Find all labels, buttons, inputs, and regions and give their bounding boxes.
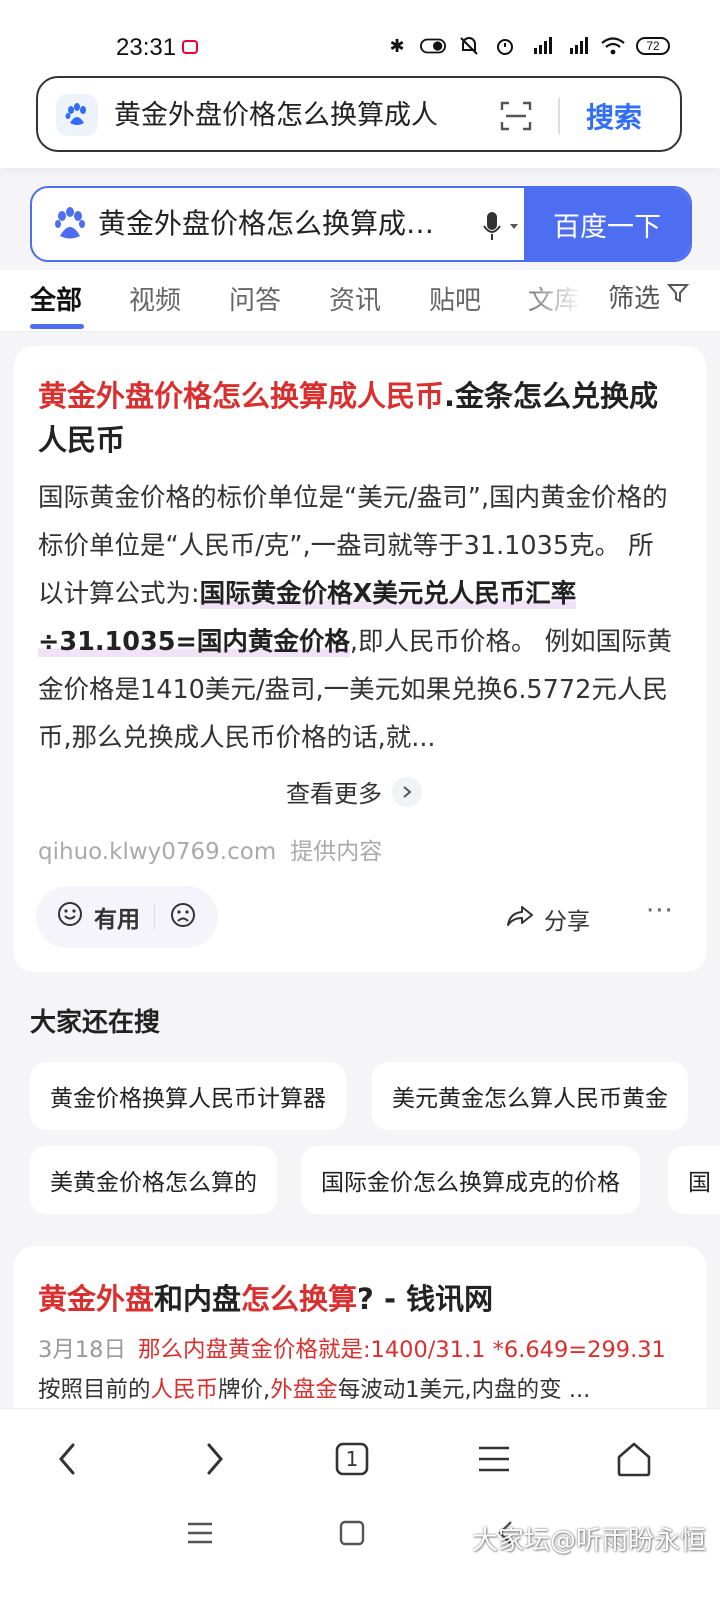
source-domain: qihuo.klwy0769.com [38, 839, 277, 865]
useful-label: 有用 [94, 907, 140, 933]
snippet-text: 按照目前的 [38, 1377, 151, 1403]
browser-bottom-nav: 1 [0, 1408, 720, 1600]
filter-button[interactable]: 筛选 [608, 278, 690, 315]
related-search-chip[interactable]: 国际金价怎么换算成克的价格 [301, 1146, 640, 1214]
result-snippet-line: 按照目前的人民币牌价,外盘金每波动1美元,内盘的变 ... [38, 1372, 590, 1404]
baidu-search-button[interactable]: 百度一下 [524, 188, 690, 260]
result-abstract: 国际黄金价格的标价单位是“美元/盎司”,国内黄金价格的标价单位是“人民币/克”,… [38, 474, 678, 762]
result-date: 3月18日 [38, 1337, 126, 1363]
search-input[interactable]: 黄金外盘价格怎么换算成人民币 [98, 206, 448, 242]
result-title-highlight: 黄金外盘 [38, 1282, 155, 1316]
tab-video[interactable]: 视频 [129, 280, 181, 317]
share-label: 分享 [544, 909, 590, 935]
share-icon [506, 904, 534, 934]
related-search-chip[interactable]: 美元黄金怎么算人民币黄金 [372, 1062, 688, 1130]
menu-icon[interactable] [464, 1429, 524, 1489]
feedback-divider [154, 904, 155, 930]
status-time: 23:31 [116, 34, 177, 61]
watermark: 大家坛@听雨盼永恒 [471, 1526, 706, 1556]
snippet-highlight: 外盘金 [270, 1377, 338, 1403]
status-icons: ✱ 72 [384, 35, 670, 57]
tab-fade [520, 270, 610, 330]
search-tabs: 全部 视频 问答 资讯 贴吧 文库 筛选 [0, 270, 720, 332]
feedback-pill: 有用 [36, 886, 218, 948]
baidu-paw-icon [56, 94, 98, 136]
view-more-label: 查看更多 [286, 780, 382, 808]
result-snippet-line: 3月18日 那么内盘黄金价格就是:1400/31.1 *6.649=299.31 [38, 1332, 666, 1364]
scan-icon[interactable] [500, 100, 532, 132]
microphone-icon[interactable] [480, 208, 524, 244]
filter-label: 筛选 [607, 284, 660, 314]
tab-news[interactable]: 资讯 [329, 280, 381, 317]
tab-qa[interactable]: 问答 [229, 280, 281, 317]
battery-icon: 72 [636, 37, 670, 55]
result-title-link[interactable]: 黄金外盘和内盘怎么换算? - 钱讯网 [38, 1276, 493, 1318]
active-tab-indicator [30, 324, 84, 329]
view-more-button[interactable]: 查看更多 [286, 774, 422, 809]
wifi-icon [600, 36, 626, 56]
funnel-icon [666, 281, 690, 312]
address-query-text: 黄金外盘价格怎么换算成人 [114, 100, 438, 131]
result-title-highlight: 黄金外盘价格怎么换算成人民币 [38, 379, 445, 413]
signal-hd-icon-2 [564, 36, 590, 56]
snippet-text: 每波动1美元,内盘的变 ... [337, 1377, 591, 1403]
address-field[interactable]: 黄金外盘价格怎么换算成人 搜索 [36, 76, 682, 152]
tab-tieba[interactable]: 贴吧 [429, 280, 481, 317]
frown-icon[interactable] [169, 901, 197, 933]
source-label: 提供内容 [290, 839, 383, 865]
result-title-link[interactable]: 黄金外盘价格怎么换算成人民币.金条怎么兑换成人民币 [38, 374, 678, 462]
browser-address-bar: 黄金外盘价格怎么换算成人 搜索 [0, 60, 720, 168]
screen-record-icon [182, 40, 198, 54]
toggle-icon [420, 36, 446, 56]
snippet-highlight: 那么内盘黄金价格就是:1400/31.1 *6.649=299.31 [137, 1337, 666, 1363]
chevron-right-icon [392, 776, 422, 807]
related-searches-title: 大家还在搜 [30, 1008, 161, 1038]
useful-button[interactable]: 有用 [36, 900, 140, 934]
system-recents-icon[interactable] [180, 1513, 220, 1553]
tabs-button[interactable]: 1 [322, 1429, 382, 1489]
result-title-text: ? - 钱讯网 [357, 1282, 494, 1316]
result-title-highlight: 怎么换算 [241, 1282, 358, 1316]
smile-icon [56, 900, 84, 934]
back-icon[interactable] [38, 1429, 98, 1489]
tab-all[interactable]: 全部 [30, 280, 82, 317]
mute-bell-icon [456, 36, 482, 56]
address-search-button[interactable]: 搜索 [586, 96, 642, 136]
system-home-icon[interactable] [332, 1513, 372, 1553]
result-source[interactable]: qihuo.klwy0769.com 提供内容 [38, 832, 382, 866]
home-icon[interactable] [604, 1429, 664, 1489]
alarm-icon [492, 36, 518, 56]
result-title-text: 和内盘 [154, 1282, 242, 1316]
tab-count: 1 [345, 1447, 359, 1471]
snippet-highlight: 人民币 [150, 1377, 219, 1403]
baidu-logo-icon [52, 206, 88, 242]
related-search-chip[interactable]: 黄金价格换算人民币计算器 [30, 1062, 346, 1130]
bluetooth-icon: ✱ [389, 35, 405, 57]
baidu-search-box[interactable]: 黄金外盘价格怎么换算成人民币 百度一下 [30, 186, 692, 262]
result-card: 黄金外盘价格怎么换算成人民币.金条怎么兑换成人民币 国际黄金价格的标价单位是“美… [14, 346, 706, 972]
more-options-icon[interactable]: ··· [646, 896, 674, 926]
snippet-text: 牌价, [218, 1377, 271, 1403]
address-divider [558, 98, 560, 134]
share-button[interactable]: 分享 [506, 902, 590, 936]
forward-icon[interactable] [184, 1429, 244, 1489]
signal-hd-icon-1 [528, 36, 554, 56]
related-search-chip[interactable]: 美黄金价格怎么算的 [30, 1146, 277, 1214]
related-search-chip[interactable]: 国 [668, 1146, 720, 1214]
